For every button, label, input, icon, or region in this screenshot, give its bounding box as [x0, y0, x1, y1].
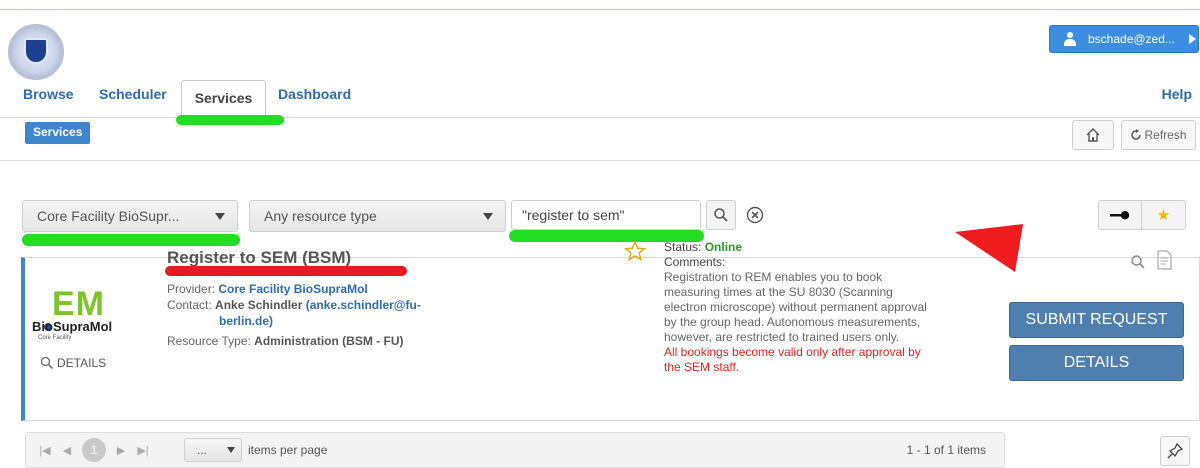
current-page[interactable]: 1 — [82, 438, 106, 462]
provider-select-value: Core Facility BioSupr... — [37, 208, 180, 224]
resource-type-select-value: Any resource type — [264, 208, 377, 224]
contact-line: Contact: Anke Schindler (anke.schindler@… — [167, 298, 421, 312]
resource-type-label: Resource Type: — [167, 334, 251, 348]
items-per-page-select[interactable]: ... — [184, 438, 242, 462]
pin-button[interactable] — [1160, 436, 1190, 466]
key-icon — [1110, 211, 1130, 220]
top-divider — [0, 9, 1200, 10]
refresh-label: Refresh — [1144, 128, 1187, 142]
status-label: Status: — [664, 240, 702, 254]
resource-type-line: Resource Type: Administration (BSM - FU) — [167, 334, 404, 348]
user-icon — [1064, 32, 1076, 46]
close-circle-icon — [746, 206, 764, 224]
refresh-icon — [1131, 129, 1142, 140]
tab-scheduler[interactable]: Scheduler — [99, 86, 167, 102]
favorite-toggle[interactable] — [624, 240, 646, 267]
star-outline-icon — [624, 240, 646, 261]
logo-name: BioSupraMol — [32, 319, 113, 334]
toolbar-divider — [0, 160, 1200, 161]
home-button[interactable] — [1072, 120, 1114, 150]
chevron-down-icon — [483, 213, 493, 220]
university-logo[interactable] — [8, 24, 64, 80]
comments-text: Registration to REM enables you to book … — [664, 270, 927, 344]
details-button[interactable]: DETAILS — [1009, 345, 1184, 381]
resource-type-select[interactable]: Any resource type — [249, 200, 506, 232]
details-link[interactable]: DETAILS — [40, 356, 106, 370]
user-menu-button[interactable]: bschade@zed... — [1049, 25, 1199, 53]
pagination-bar: |◀ ◀ 1 ▶ ▶| ... items per page 1 - 1 of … — [25, 432, 1005, 468]
provider-line: Provider: Core Facility BioSupraMol — [167, 282, 368, 296]
items-per-page-value: ... — [197, 443, 208, 457]
user-email: bschade@zed... — [1088, 32, 1175, 46]
items-per-page-label: items per page — [248, 443, 328, 457]
status-block: Status: Online Comments: Registration to… — [664, 240, 934, 375]
notes-button[interactable] — [1157, 250, 1173, 275]
breadcrumb[interactable]: Services — [25, 122, 91, 144]
annotation-highlight-services — [176, 115, 284, 125]
contact-email-link[interactable]: (anke.schindler@fu- — [306, 298, 421, 312]
provider-select[interactable]: Core Facility BioSupr... — [22, 200, 238, 232]
status-badge: Online — [704, 240, 743, 254]
contact-label: Contact: — [167, 298, 212, 312]
search-icon — [1131, 255, 1145, 269]
annotation-highlight-title — [165, 266, 407, 276]
contact-email-link-cont[interactable]: berlin.de) — [219, 314, 273, 328]
chevron-down-icon — [227, 447, 235, 453]
annotation-highlight-provider — [22, 234, 240, 246]
chevron-right-icon — [1188, 34, 1196, 44]
comments-label: Comments: — [664, 255, 726, 269]
tab-dashboard[interactable]: Dashboard — [278, 86, 351, 102]
first-page-button[interactable]: |◀ — [34, 444, 56, 457]
provider-label: Provider: — [167, 282, 216, 296]
next-page-button[interactable]: ▶ — [110, 444, 132, 457]
clear-search-button[interactable] — [742, 202, 768, 228]
help-link[interactable]: Help — [1162, 86, 1192, 102]
resource-title[interactable]: Register to SEM (BSM) — [167, 248, 351, 268]
contact-email-cont: berlin.de) — [219, 314, 273, 328]
last-page-button[interactable]: ▶| — [132, 444, 154, 457]
search-input[interactable] — [511, 200, 701, 230]
annotation-arrow — [955, 224, 1023, 272]
preview-button[interactable] — [1130, 254, 1146, 275]
home-icon — [1086, 128, 1100, 142]
main-nav: Browse Scheduler Services Dashboard Help — [0, 78, 1200, 118]
search-button[interactable] — [706, 200, 736, 230]
submit-request-button[interactable]: SUBMIT REQUEST — [1009, 302, 1184, 338]
tab-browse[interactable]: Browse — [23, 86, 74, 102]
approval-warning: All bookings become valid only after app… — [664, 345, 921, 374]
pin-icon — [1167, 443, 1183, 459]
prev-page-button[interactable]: ◀ — [56, 444, 78, 457]
logo-tagline: Core Facility — [38, 335, 72, 341]
favorites-filter-button[interactable]: ★ — [1142, 200, 1186, 230]
resource-type-value: Administration (BSM - FU) — [254, 334, 404, 348]
search-icon — [714, 208, 728, 222]
access-filter-button[interactable] — [1098, 200, 1142, 230]
star-icon: ★ — [1156, 207, 1171, 224]
details-link-label: DETAILS — [57, 356, 107, 370]
provider-link[interactable]: Core Facility BioSupraMol — [218, 282, 367, 296]
tab-services[interactable]: Services — [181, 80, 266, 118]
resource-logo: EM BioSupraMol Core Facility — [32, 285, 122, 349]
document-edit-icon — [1157, 250, 1172, 270]
refresh-button[interactable]: Refresh — [1121, 120, 1196, 150]
search-icon — [40, 356, 54, 370]
item-count: 1 - 1 of 1 items — [906, 443, 986, 457]
contact-name: Anke Schindler — [215, 298, 303, 312]
chevron-down-icon — [215, 213, 225, 220]
